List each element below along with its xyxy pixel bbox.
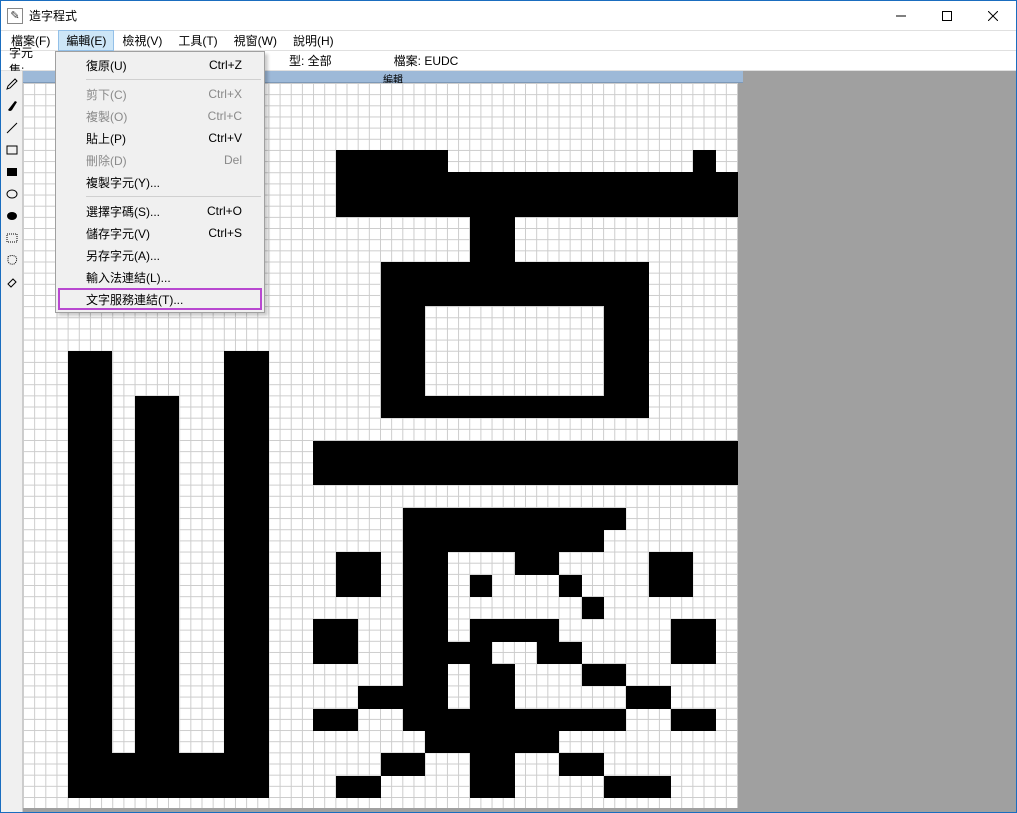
menu-save-char-as[interactable]: 另存字元(A)...	[58, 244, 262, 266]
ellipse-fill-tool-icon[interactable]	[2, 206, 22, 226]
window-controls	[878, 1, 1016, 30]
menu-window[interactable]: 視窗(W)	[226, 30, 285, 51]
menu-text-service-link[interactable]: 文字服務連結(T)...	[58, 288, 262, 310]
select-rect-tool-icon[interactable]	[2, 228, 22, 248]
close-button[interactable]	[970, 1, 1016, 30]
menu-copy-char[interactable]: 複製字元(Y)...	[58, 171, 262, 193]
menu-select-code[interactable]: 選擇字碼(S)...Ctrl+O	[58, 200, 262, 222]
minimize-button[interactable]	[878, 1, 924, 30]
menu-edit[interactable]: 編輯(E)	[58, 30, 114, 51]
app-window: 造字程式 檔案(F) 編輯(E) 檢視(V) 工具(T) 視窗(W) 說明(H)…	[0, 0, 1017, 813]
pencil-tool-icon[interactable]	[2, 74, 22, 94]
window-title: 造字程式	[29, 7, 77, 24]
line-tool-icon[interactable]	[2, 118, 22, 138]
menu-help[interactable]: 說明(H)	[285, 30, 342, 51]
select-free-tool-icon[interactable]	[2, 250, 22, 270]
menu-paste[interactable]: 貼上(P)Ctrl+V	[58, 127, 262, 149]
ellipse-outline-tool-icon[interactable]	[2, 184, 22, 204]
menu-ime-link[interactable]: 輸入法連結(L)...	[58, 266, 262, 288]
menu-copy[interactable]: 複製(O)Ctrl+C	[58, 105, 262, 127]
menu-undo[interactable]: 復原(U)Ctrl+Z	[58, 54, 262, 76]
app-icon	[7, 8, 23, 24]
menu-tools[interactable]: 工具(T)	[170, 30, 225, 51]
edit-dropdown: 復原(U)Ctrl+Z 剪下(C)Ctrl+X 複製(O)Ctrl+C 貼上(P…	[55, 51, 265, 313]
menu-cut[interactable]: 剪下(C)Ctrl+X	[58, 83, 262, 105]
menu-save-char[interactable]: 儲存字元(V)Ctrl+S	[58, 222, 262, 244]
rect-fill-tool-icon[interactable]	[2, 162, 22, 182]
menu-delete[interactable]: 刪除(D)Del	[58, 149, 262, 171]
type-label: 型: 全部	[283, 52, 338, 69]
menu-view[interactable]: 檢視(V)	[114, 30, 170, 51]
rect-outline-tool-icon[interactable]	[2, 140, 22, 160]
maximize-button[interactable]	[924, 1, 970, 30]
eraser-tool-icon[interactable]	[2, 272, 22, 292]
menubar: 檔案(F) 編輯(E) 檢視(V) 工具(T) 視窗(W) 說明(H)	[1, 31, 1016, 51]
side-empty	[743, 71, 1016, 812]
titlebar: 造字程式	[1, 1, 1016, 31]
file-label: 檔案: EUDC	[388, 52, 465, 69]
toolbox	[1, 71, 23, 812]
brush-tool-icon[interactable]	[2, 96, 22, 116]
